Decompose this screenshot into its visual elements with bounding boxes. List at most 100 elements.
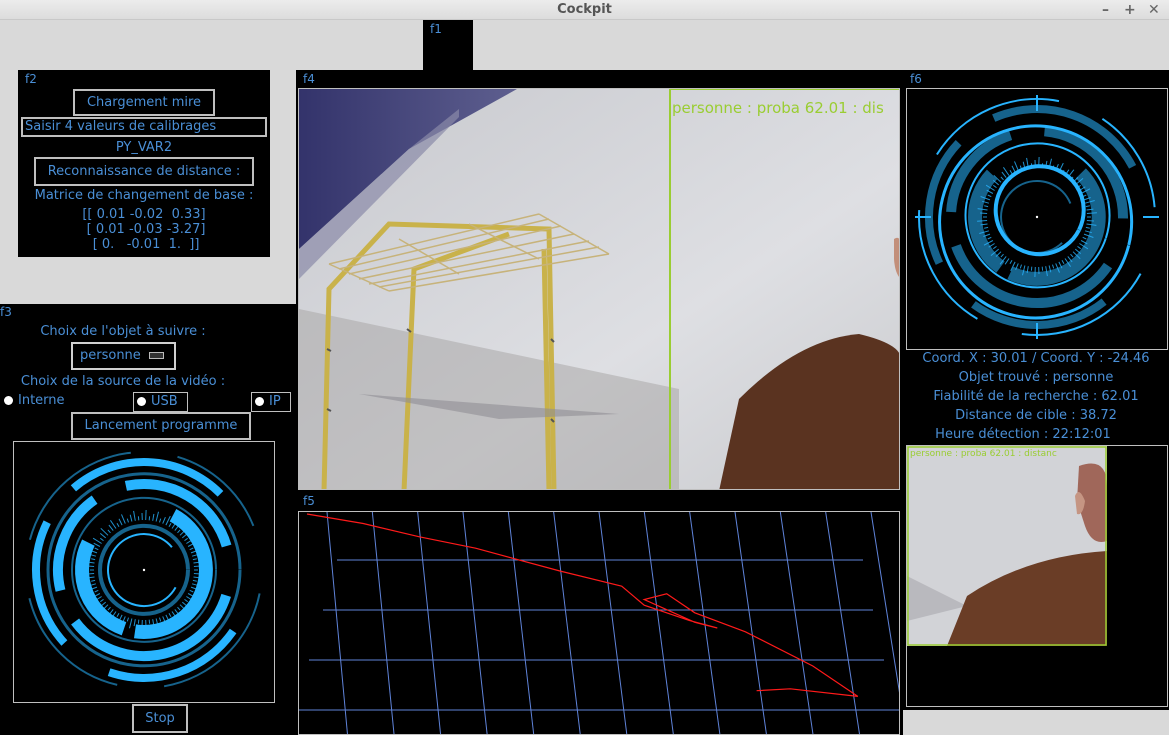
hud-tick <box>1077 245 1081 250</box>
grid-line <box>462 512 488 734</box>
hud-tick <box>91 579 96 582</box>
radio-source-ip[interactable]: IP <box>251 392 291 412</box>
hud-tick <box>162 517 166 524</box>
close-icon[interactable]: ✕ <box>1148 0 1160 20</box>
hud-tick <box>1086 220 1094 222</box>
radio-label: Interne <box>18 393 65 408</box>
hud-tick <box>192 558 197 561</box>
hud-tick <box>992 180 1000 186</box>
hud-tick <box>1001 171 1007 178</box>
hud-tick <box>107 606 111 611</box>
load-target-button[interactable]: Chargement mire <box>73 89 215 116</box>
stop-button[interactable]: Stop <box>132 704 188 733</box>
hud-tick <box>116 522 120 527</box>
hud-tick <box>987 236 992 240</box>
frame-label-f1: f1 <box>430 22 442 36</box>
hud-tick <box>99 533 107 539</box>
hud-tick <box>193 573 201 575</box>
hud-tick <box>118 518 123 526</box>
hud-tick <box>1004 258 1010 265</box>
hud-tick <box>94 547 99 551</box>
hud-tick <box>1052 264 1055 269</box>
window-title: Cockpit <box>557 2 612 17</box>
reliability-label: Fiabilité de la recherche : 62.01 <box>933 389 1139 404</box>
grid-line <box>689 512 721 734</box>
radio-source-usb[interactable]: USB <box>133 392 188 412</box>
grid-line <box>553 512 581 734</box>
distance-button[interactable]: Reconnaissance de distance : <box>34 157 254 186</box>
hud-tick <box>108 524 114 531</box>
launch-program-button[interactable]: Lancement programme <box>71 412 251 440</box>
hud-tick <box>126 617 129 622</box>
hud-tick <box>109 520 117 529</box>
matrix-row: [ 0. -0.01 1. ]] <box>88 237 200 252</box>
hud-tick <box>155 511 159 522</box>
hud-tick <box>126 518 129 523</box>
grid-line <box>779 512 814 734</box>
hud-center-dot <box>142 568 146 572</box>
hud-tick <box>102 604 109 610</box>
grid-line <box>598 512 628 734</box>
hud-arc <box>1000 180 1072 254</box>
maximize-icon[interactable]: + <box>1124 0 1136 20</box>
cockpit-window: Cockpit – + ✕ f1 f2 Chargement mire Sais… <box>0 0 1169 735</box>
hud-ring-icon <box>915 95 1159 339</box>
option-menu-indicator-icon <box>149 352 164 359</box>
var-label: PY_VAR2 <box>115 140 173 155</box>
hud-arc <box>107 533 177 608</box>
matrix-row: [ 0.01 -0.03 -3.27] <box>82 222 206 237</box>
detection-label: personne : proba 62.01 : dis <box>672 99 884 117</box>
hud-tick <box>121 514 126 524</box>
hud-tick <box>1070 253 1074 258</box>
frame-label-f4: f4 <box>303 72 315 86</box>
radio-dot-icon <box>4 396 13 405</box>
distance-label: Distance de cible : 38.72 <box>955 408 1117 423</box>
grid-line <box>825 512 861 734</box>
hud-tick <box>133 510 136 521</box>
grid-line <box>371 512 395 734</box>
hud-tick <box>1085 226 1090 229</box>
hud-tick <box>129 618 133 629</box>
hud-tick <box>1002 167 1010 176</box>
radio-source-interne[interactable]: Interne <box>4 392 65 410</box>
calibration-input[interactable]: Saisir 4 valeurs de calibrages <box>21 117 267 137</box>
frame-f2: f2 Chargement mire Saisir 4 valeurs de c… <box>18 70 270 257</box>
object-choice-label: Choix de l'objet à suivre : <box>40 324 206 339</box>
matrix-row: [[ 0.01 -0.02 0.33] <box>82 207 206 222</box>
hud-center-dot <box>1035 215 1039 219</box>
hud-tick <box>179 530 186 536</box>
hud-tick <box>133 619 136 627</box>
hud-tick <box>116 613 120 618</box>
minimize-icon[interactable]: – <box>1102 0 1109 20</box>
hud-tick <box>1009 169 1013 174</box>
trajectory-grid <box>299 512 899 734</box>
hud-tick <box>193 565 204 567</box>
hud-tick <box>100 537 104 542</box>
grid-line <box>643 512 674 734</box>
hud-tick <box>192 579 197 582</box>
object-select[interactable]: personne <box>71 342 176 370</box>
radio-dot-icon <box>255 397 264 406</box>
hud-tick <box>189 589 194 593</box>
grid-line <box>507 512 535 734</box>
hud-tick <box>984 205 989 208</box>
hud-animation-left <box>13 441 275 703</box>
hud-tick <box>184 537 188 542</box>
hud-tick <box>1082 236 1087 240</box>
frame-f5: f5 <box>296 492 903 735</box>
hud-tick <box>159 518 162 523</box>
hud-ring-icon <box>28 451 261 688</box>
object-select-value: personne <box>80 348 141 363</box>
hud-tick <box>995 251 1002 257</box>
hud-tick <box>984 226 989 229</box>
hud-tick <box>977 220 988 222</box>
hud-tick <box>189 547 194 551</box>
thumbnail-image: personne : proba 62.01 : distanc <box>907 446 1107 646</box>
radio-label: USB <box>151 394 178 409</box>
frame-label-f5: f5 <box>303 494 315 508</box>
hud-tick <box>129 514 133 522</box>
grid-line <box>326 512 348 734</box>
hud-tick <box>159 617 162 622</box>
hud-tick <box>100 598 104 603</box>
detection-time-label: Heure détection : 22:12:01 <box>935 427 1111 442</box>
